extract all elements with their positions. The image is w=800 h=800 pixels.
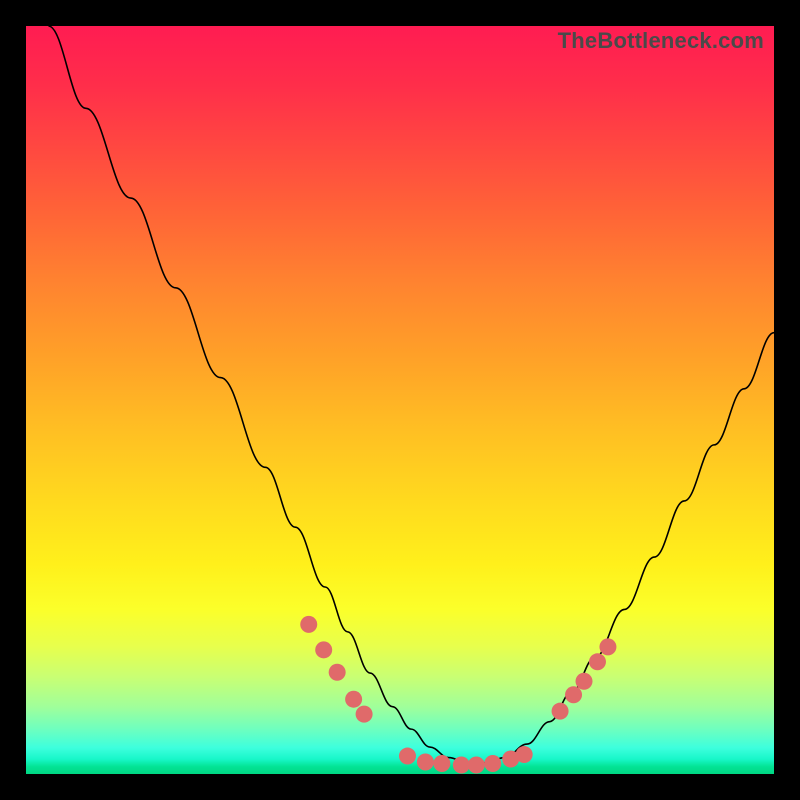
data-point: [356, 706, 373, 723]
plot-area: TheBottleneck.com: [26, 26, 774, 774]
data-point: [552, 703, 569, 720]
data-point: [399, 748, 416, 765]
data-point: [345, 691, 362, 708]
bottleneck-curve: [48, 26, 774, 763]
data-point: [484, 755, 501, 772]
data-point: [417, 754, 434, 771]
data-point: [589, 653, 606, 670]
data-point: [516, 746, 533, 763]
data-point: [453, 757, 470, 774]
data-point: [315, 641, 332, 658]
data-points-group: [300, 616, 616, 774]
data-point: [433, 755, 450, 772]
data-point: [468, 757, 485, 774]
data-point: [599, 638, 616, 655]
data-point: [329, 664, 346, 681]
data-point: [300, 616, 317, 633]
chart-frame: TheBottleneck.com: [0, 0, 800, 800]
data-point: [576, 673, 593, 690]
curve-layer: [26, 26, 774, 774]
data-point: [565, 686, 582, 703]
